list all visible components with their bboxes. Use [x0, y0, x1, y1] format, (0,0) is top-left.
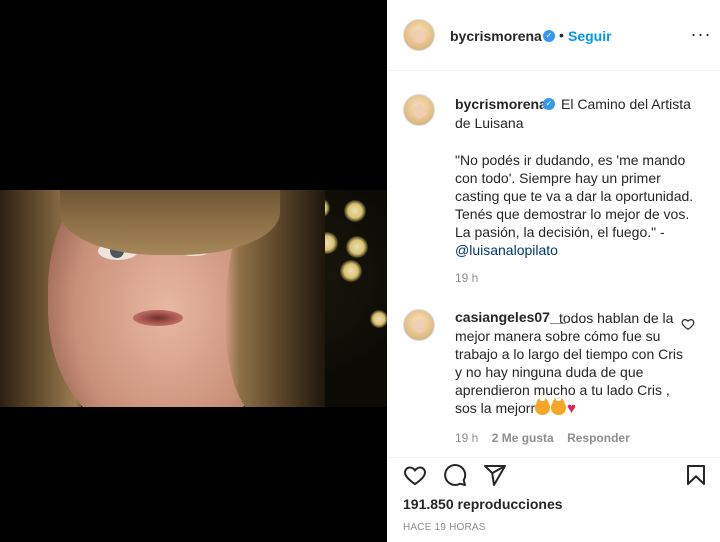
- posted-time[interactable]: HACE 19 HORAS: [403, 522, 486, 533]
- caption-text: de Luisana: [455, 115, 524, 131]
- commenter-avatar[interactable]: [403, 309, 435, 341]
- follow-button[interactable]: Seguir: [568, 28, 612, 44]
- post-header: bycrismorena ✓ • Seguir ···: [387, 0, 720, 71]
- bokeh-light: [340, 260, 362, 282]
- bokeh-light: [344, 200, 366, 222]
- bokeh-light: [370, 310, 387, 328]
- small-heart-icon[interactable]: [681, 317, 695, 331]
- red-heart-emoji-icon: ♥: [567, 400, 577, 417]
- cat-face-emoji-icon: [551, 398, 567, 415]
- heart-icon[interactable]: [403, 463, 427, 487]
- more-options-icon[interactable]: ···: [689, 22, 713, 46]
- quote-text: "No podés ir dudando, es 'me mando con t…: [455, 152, 694, 240]
- comments-section: bycrismorena ✓ El Camino del Artista de …: [387, 72, 720, 457]
- caption-text: El Camino del Artista: [561, 96, 691, 112]
- caption-avatar[interactable]: [403, 94, 435, 126]
- comment-likes[interactable]: 2 Me gusta: [492, 431, 554, 445]
- mouth: [133, 310, 183, 326]
- bookmark-icon[interactable]: [684, 463, 708, 487]
- caption-username[interactable]: bycrismorena: [455, 96, 547, 112]
- separator-dot: •: [559, 27, 564, 43]
- comment-text: todos hablan de la mejor manera sobre có…: [455, 309, 687, 418]
- action-bar: 191.850 reproducciones HACE 19 HORAS: [387, 457, 720, 542]
- comment-meta: 19 h 2 Me gusta Responder: [455, 431, 640, 445]
- verified-badge-icon: ✓: [543, 98, 555, 110]
- author-username[interactable]: bycrismorena: [450, 28, 542, 44]
- reply-button[interactable]: Responder: [567, 431, 630, 445]
- verified-badge-icon: ✓: [543, 30, 555, 42]
- commenter-username[interactable]: casiangeles07__: [455, 309, 566, 325]
- author-avatar[interactable]: [403, 19, 435, 51]
- video-frame[interactable]: [0, 190, 387, 407]
- cat-face-emoji-icon: [535, 398, 551, 415]
- video-player[interactable]: [0, 0, 387, 542]
- post-panel: bycrismorena ✓ • Seguir ··· bycrismorena…: [387, 0, 720, 542]
- comment-icon[interactable]: [443, 463, 467, 487]
- caption-quote: "No podés ir dudando, es 'me mando con t…: [455, 151, 705, 259]
- comment-time[interactable]: 19 h: [455, 431, 478, 445]
- mention-link[interactable]: @luisanalopilato: [455, 242, 558, 258]
- caption-time[interactable]: 19 h: [455, 271, 478, 285]
- views-count[interactable]: 191.850 reproducciones: [403, 496, 563, 512]
- send-icon[interactable]: [483, 463, 507, 487]
- bokeh-light: [346, 236, 368, 258]
